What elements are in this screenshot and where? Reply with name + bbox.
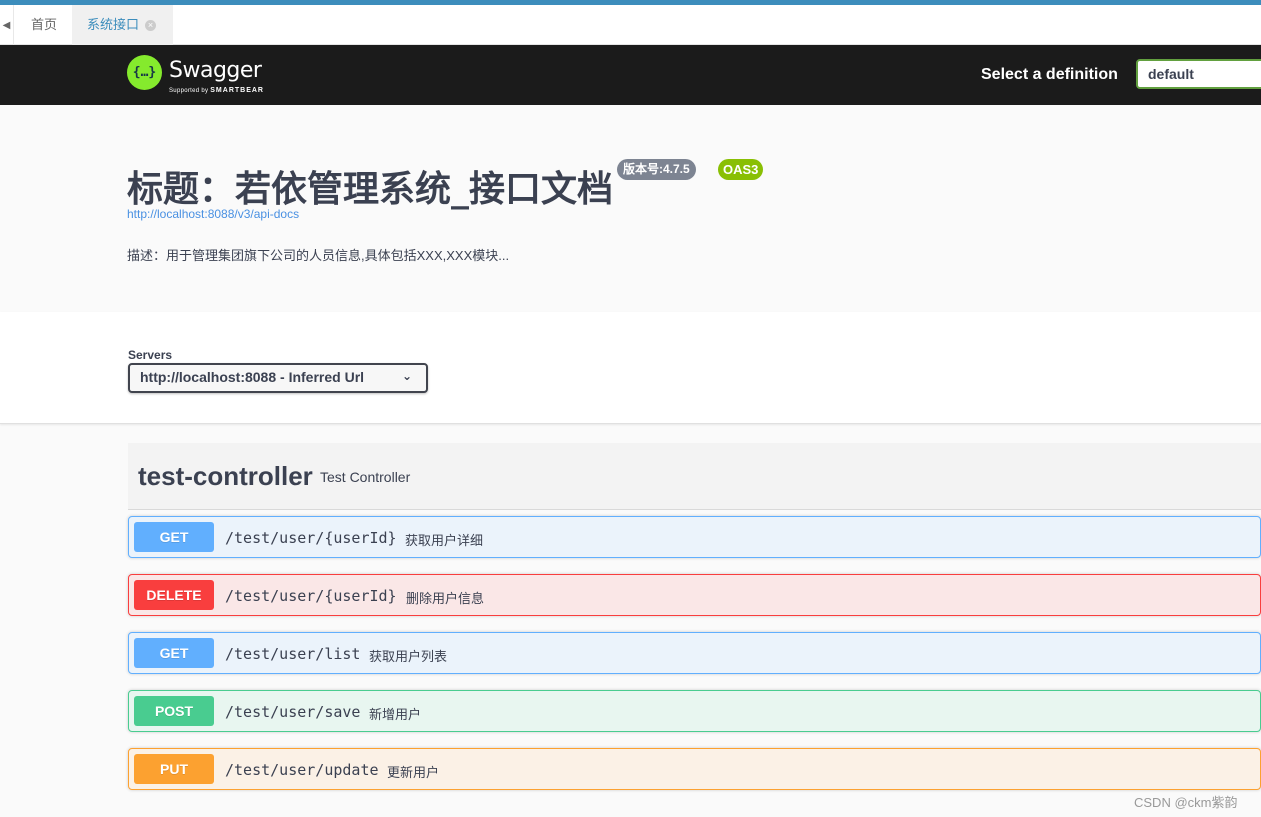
- operation-summary: 新增用户: [369, 707, 422, 722]
- logo-sub-prefix: Supported by: [169, 88, 209, 94]
- operation-path: /test/user/{userId}: [225, 587, 397, 605]
- tab-system-api[interactable]: 系统接口 ×: [72, 5, 173, 45]
- method-badge: PUT: [134, 754, 214, 784]
- servers-label: Servers: [128, 348, 173, 362]
- swagger-logo-icon[interactable]: {…}: [127, 55, 162, 90]
- operation-path: /test/user/update: [225, 761, 379, 779]
- tag-header-test-controller[interactable]: test-controller Test Controller: [128, 443, 1261, 510]
- api-info: 标题：若依管理系统_接口文档 版本号:4.7.5 OAS3 http://loc…: [0, 105, 1261, 312]
- api-description: 描述：用于管理集团旗下公司的人员信息,具体包括XXX,XXX模块...: [127, 248, 510, 263]
- operation-get-user-list[interactable]: GET /test/user/list 获取用户列表: [128, 632, 1261, 674]
- select-definition-label: Select a definition: [981, 66, 1118, 83]
- servers-section: Servers http://localhost:8088 - Inferred…: [0, 312, 1261, 424]
- operation-summary: 获取用户详细: [405, 533, 484, 548]
- logo-sub-brand: SMARTBEAR: [210, 87, 264, 94]
- definition-select[interactable]: default: [1136, 59, 1261, 89]
- swagger-logo-subtitle: Supported by SMARTBEAR: [169, 87, 264, 94]
- swagger-topbar: {…} Swagger Supported by SMARTBEAR Selec…: [0, 45, 1261, 105]
- oas-badge: OAS3: [718, 159, 764, 180]
- version-badge: 版本号:4.7.5: [617, 159, 696, 180]
- method-badge: GET: [134, 638, 214, 668]
- swagger-logo-text[interactable]: Swagger: [169, 58, 262, 83]
- operation-delete-user[interactable]: DELETE /test/user/{userId} 删除用户信息: [128, 574, 1261, 616]
- method-badge: POST: [134, 696, 214, 726]
- method-badge: GET: [134, 522, 214, 552]
- operation-summary: 删除用户信息: [406, 591, 485, 606]
- tab-scroll-left-icon[interactable]: ◀: [0, 5, 14, 45]
- operation-put-user-update[interactable]: PUT /test/user/update 更新用户: [128, 748, 1261, 790]
- operation-get-user-detail[interactable]: GET /test/user/{userId} 获取用户详细: [128, 516, 1261, 558]
- operation-path: /test/user/{userId}: [225, 529, 397, 547]
- tab-bar: ◀ 首页 系统接口 ×: [0, 5, 1261, 45]
- chevron-down-icon: ⌄: [401, 369, 412, 383]
- operation-post-user-save[interactable]: POST /test/user/save 新增用户: [128, 690, 1261, 732]
- watermark: CSDN @ckm紫韵: [1134, 795, 1238, 810]
- operation-summary: 获取用户列表: [369, 649, 448, 664]
- tag-name: test-controller: [138, 461, 313, 491]
- servers-select-value: http://localhost:8088 - Inferred Url: [140, 369, 365, 385]
- operation-path: /test/user/list: [225, 645, 361, 663]
- page-title: 标题：若依管理系统_接口文档: [127, 169, 614, 210]
- method-badge: DELETE: [134, 580, 214, 610]
- servers-select[interactable]: http://localhost:8088 - Inferred Url ⌄: [128, 363, 428, 393]
- tab-close-icon[interactable]: ×: [145, 20, 157, 32]
- tab-home-label: 首页: [31, 17, 58, 32]
- tab-home[interactable]: 首页: [16, 5, 72, 45]
- api-docs-link[interactable]: http://localhost:8088/v3/api-docs: [127, 207, 299, 221]
- tab-system-api-label: 系统接口: [87, 17, 140, 32]
- tag-description: Test Controller: [320, 469, 411, 485]
- operation-path: /test/user/save: [225, 703, 361, 721]
- operation-summary: 更新用户: [387, 765, 440, 780]
